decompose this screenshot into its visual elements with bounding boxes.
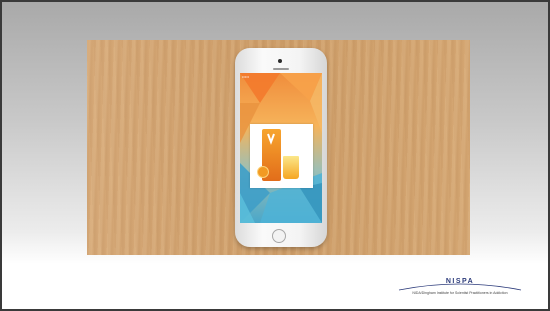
slide-frame: ••••• NISPA NIDA/Dingham Institute for S… <box>0 0 550 311</box>
logo-title: NISPA <box>445 278 475 285</box>
juice-glass-icon <box>283 156 299 179</box>
video-player[interactable]: ••••• <box>87 40 470 255</box>
carton-logo-icon <box>267 133 275 145</box>
logo-subtitle: NIDA/Dingham Institute for Scientist Pra… <box>412 291 508 295</box>
speaker-icon <box>273 68 289 70</box>
status-bar-signal: ••••• <box>242 74 250 79</box>
camera-icon <box>278 59 282 63</box>
smartphone-image: ••••• <box>235 48 327 247</box>
orange-slice-icon <box>257 166 269 178</box>
phone-screen: ••••• <box>240 73 322 223</box>
nispa-logo: NISPA NIDA/Dingham Institute for Scienti… <box>395 278 525 300</box>
app-icon-orange-juice[interactable] <box>250 124 313 188</box>
home-button <box>272 229 286 243</box>
